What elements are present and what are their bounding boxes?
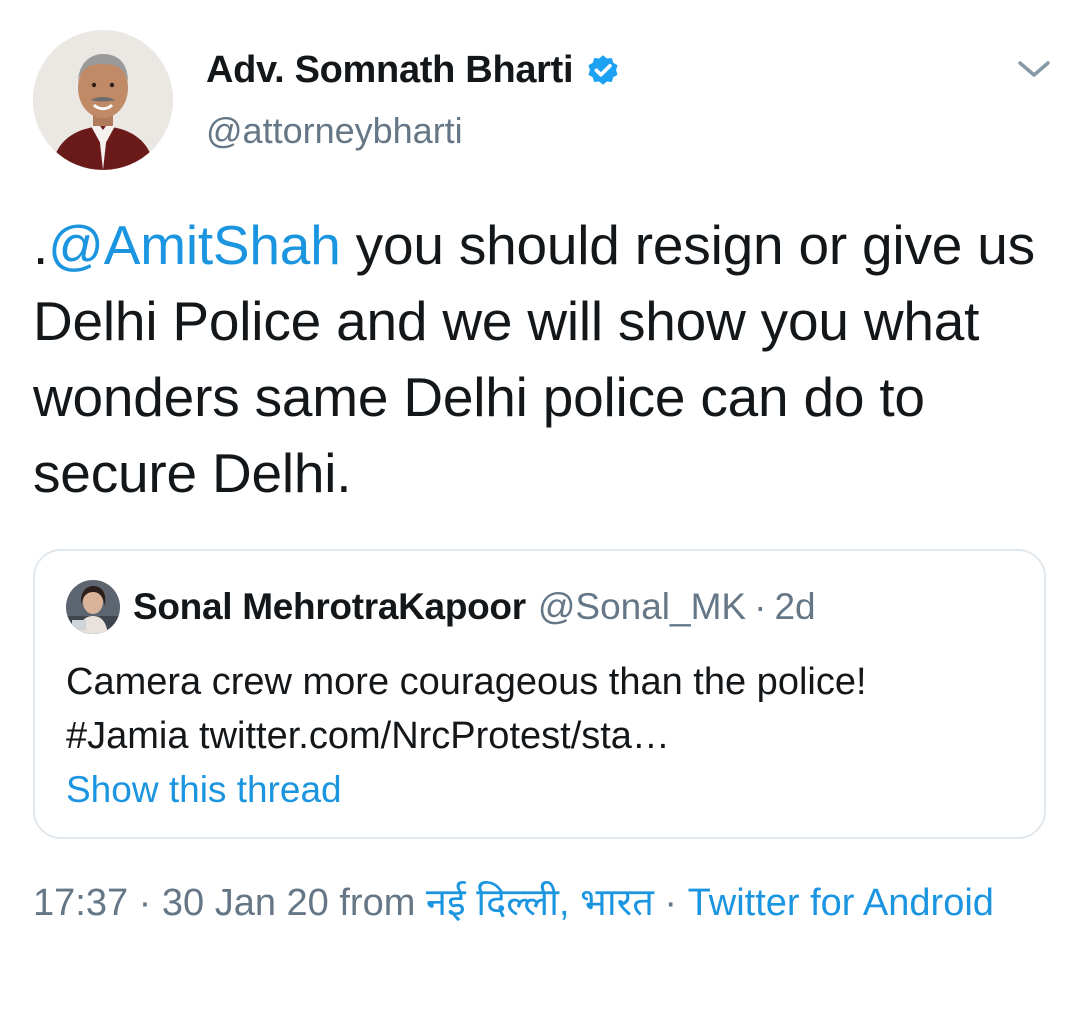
mention-link[interactable]: @AmitShah — [48, 214, 341, 276]
tweet-container: Adv. Somnath Bharti @attorneybharti .@Am… — [0, 0, 1080, 1012]
quoted-author-avatar[interactable] — [66, 580, 120, 634]
author-name-row: Adv. Somnath Bharti — [206, 44, 621, 96]
show-thread-link[interactable]: Show this thread — [66, 769, 342, 811]
meta-separator: · — [128, 882, 162, 924]
quoted-header: Sonal MehrotraKapoor @Sonal_MK · 2d — [133, 581, 816, 633]
chevron-down-icon[interactable] — [1014, 56, 1054, 82]
quoted-text-line-1: Camera crew more courageous than the pol… — [66, 661, 867, 703]
quoted-author-handle[interactable]: @Sonal_MK — [538, 586, 746, 628]
meta-separator: · — [653, 882, 688, 924]
quoted-author-avatar-image — [66, 580, 120, 634]
quoted-author-name[interactable]: Sonal MehrotraKapoor — [133, 586, 526, 628]
source-link[interactable]: Twitter for Android — [688, 882, 994, 924]
tweet-time[interactable]: 17:37 — [33, 882, 128, 924]
author-name[interactable]: Adv. Somnath Bharti — [206, 49, 574, 92]
tweet-metadata: 17:37 · 30 Jan 20 from नई दिल्ली, भारत ·… — [33, 876, 1033, 930]
verified-badge-icon — [585, 52, 621, 88]
author-handle[interactable]: @attorneybharti — [206, 110, 463, 152]
quoted-text-line-2: #Jamia twitter.com/NrcProtest/sta… — [66, 715, 670, 757]
quoted-tweet-text: Camera crew more courageous than the pol… — [66, 655, 1016, 763]
meta-from-label: from — [328, 882, 426, 924]
location-link[interactable]: नई दिल्ली, भारत — [426, 882, 654, 924]
quoted-tweet-card[interactable]: Sonal MehrotraKapoor @Sonal_MK · 2d Came… — [33, 549, 1046, 839]
author-avatar[interactable] — [33, 30, 173, 170]
quoted-timestamp[interactable]: 2d — [774, 586, 815, 628]
author-avatar-image — [33, 30, 173, 170]
quoted-separator: · — [754, 586, 767, 627]
tweet-date[interactable]: 30 Jan 20 — [162, 882, 329, 924]
tweet-text-prefix: . — [33, 214, 49, 276]
tweet-text: .@AmitShah you should resign or give us … — [33, 207, 1053, 511]
